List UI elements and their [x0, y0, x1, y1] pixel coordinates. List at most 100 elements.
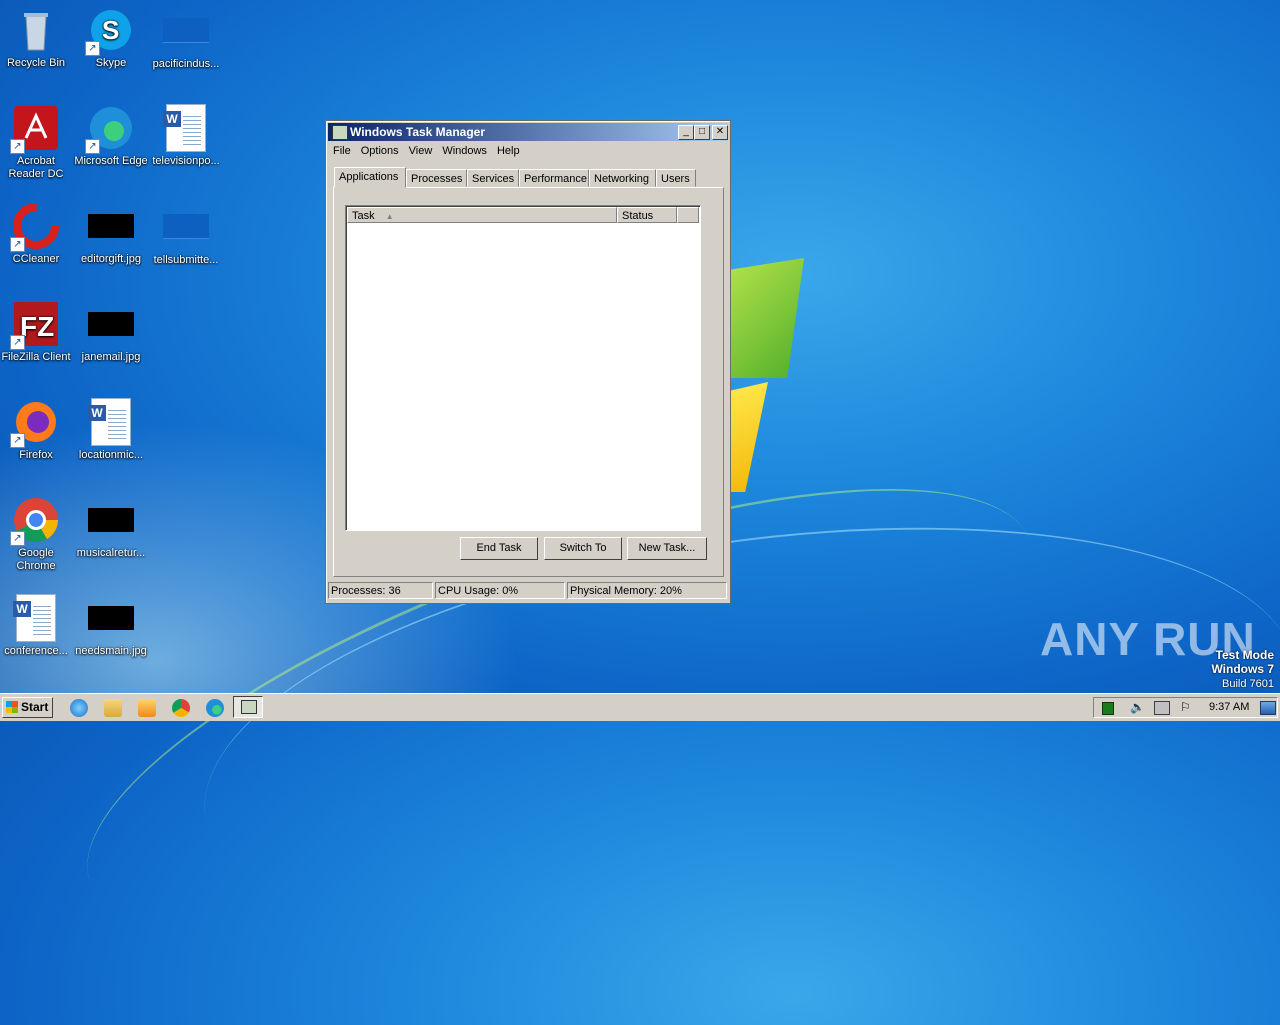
desktop-icon-label: Microsoft Edge [74, 155, 148, 167]
desktop-icon-label: needsmain.jpg [75, 645, 147, 657]
show-desktop-icon[interactable] [1260, 701, 1276, 715]
shortcut-arrow-icon: ↗ [85, 41, 100, 56]
chrome-taskbar-icon[interactable] [172, 699, 190, 717]
switch-to-button[interactable]: Switch To [544, 537, 622, 560]
cpu-meter-icon[interactable] [1102, 702, 1114, 715]
column-header-task[interactable]: Task ▲ [347, 207, 617, 223]
desktop-icon-needsmain[interactable]: needsmain.jpg [73, 594, 149, 658]
edge-taskbar-icon[interactable] [206, 699, 224, 717]
desktop-icon-label: musicalretur... [76, 547, 146, 559]
desktop-icon-chrome[interactable]: ↗ Google Chrome [0, 496, 74, 573]
desktop-icon-label: editorgift.jpg [81, 253, 141, 265]
menu-file[interactable]: File [328, 143, 356, 159]
desktop-icon-label: tellsubmitte... [153, 254, 219, 266]
internet-explorer-icon[interactable] [70, 699, 88, 717]
task-manager-window: Windows Task Manager _ □ ✕ File Options Vi… [325, 120, 731, 604]
tab-performance[interactable]: Performance [519, 169, 589, 187]
tab-users[interactable]: Users [656, 169, 696, 187]
svg-text:S: S [102, 15, 119, 45]
skype-icon: S ↗ [85, 6, 135, 56]
build-label: Build 7601 [1222, 678, 1274, 690]
status-processes: Processes: 36 [328, 582, 433, 599]
desktop-icon-label: Google Chrome [16, 547, 56, 572]
desktop-icon-conference-doc[interactable]: W conference... [0, 594, 74, 658]
desktop-icon-label: pacificindus... [152, 58, 220, 70]
sort-ascending-icon: ▲ [385, 212, 394, 221]
status-bar: Processes: 36 CPU Usage: 0% Physical Mem… [328, 582, 728, 600]
desktop-icon-tellsubmitte[interactable]: tellsubmitte... [148, 202, 224, 267]
desktop-icon-skype[interactable]: S ↗ Skype [73, 6, 149, 70]
taskbar: Start 🔈 ⚐ 9:37 AM [0, 693, 1280, 721]
desktop-icon-televisionpo[interactable]: W televisionpo... [148, 104, 224, 168]
column-header-label: Task [352, 210, 375, 222]
edge-icon: ↗ [85, 104, 135, 154]
desktop-icon-label: FileZilla Client [1, 351, 71, 363]
desktop-icon-pacificindus[interactable]: pacificindus... [148, 6, 224, 71]
close-button[interactable]: ✕ [712, 125, 728, 140]
desktop-icon-label: conference... [4, 645, 68, 657]
status-physical-memory: Physical Memory: 20% [567, 582, 727, 599]
desktop-icon-label: Firefox [19, 449, 53, 461]
menu-bar: File Options View Windows Help [328, 143, 728, 161]
desktop-icon-ccleaner[interactable]: ↗ CCleaner [0, 202, 74, 266]
applications-list[interactable]: Task ▲ Status [345, 205, 701, 531]
task-manager-taskbar-button[interactable] [233, 696, 263, 718]
desktop-icon-label: CCleaner [12, 253, 60, 265]
tab-applications[interactable]: Applications [334, 167, 406, 188]
desktop-icon-musicalretur[interactable]: musicalretur... [73, 496, 149, 560]
desktop-icon-firefox[interactable]: ↗ Firefox [0, 398, 74, 462]
menu-windows[interactable]: Windows [437, 143, 492, 159]
start-button[interactable]: Start [2, 697, 53, 718]
filezilla-icon: FZ ↗ [10, 300, 60, 350]
ccleaner-icon: ↗ [10, 202, 60, 252]
maximize-button[interactable]: □ [694, 125, 710, 140]
desktop-icon-filezilla[interactable]: FZ ↗ FileZilla Client [0, 300, 74, 364]
menu-help[interactable]: Help [492, 143, 525, 159]
desktop-icon-label: televisionpo... [152, 155, 220, 167]
desktop-icon-label: Recycle Bin [6, 57, 66, 69]
minimize-button[interactable]: _ [678, 125, 694, 140]
test-mode-label: Test Mode [1215, 648, 1274, 662]
status-cpu-usage: CPU Usage: 0% [435, 582, 565, 599]
media-player-icon[interactable] [138, 699, 156, 717]
column-header-status[interactable]: Status [617, 207, 677, 223]
desktop-icon-recycle-bin[interactable]: Recycle Bin [0, 6, 74, 70]
desktop-icon-label: Skype [95, 57, 127, 69]
title-bar[interactable]: Windows Task Manager _ □ ✕ [328, 123, 728, 141]
window-title: Windows Task Manager [350, 125, 486, 139]
windows-logo-fragment [728, 258, 804, 378]
action-center-flag-icon[interactable]: ⚐ [1180, 700, 1191, 714]
chrome-icon: ↗ [10, 496, 60, 546]
image-file-thumbnail [88, 508, 134, 532]
start-label: Start [21, 700, 49, 714]
menu-options[interactable]: Options [356, 143, 404, 159]
firefox-icon: ↗ [10, 398, 60, 448]
shortcut-arrow-icon: ↗ [10, 433, 25, 448]
file-explorer-icon[interactable] [104, 699, 122, 717]
desktop-icon-locationmic[interactable]: W locationmic... [73, 398, 149, 462]
end-task-button[interactable]: End Task [460, 537, 538, 560]
clock[interactable]: 9:37 AM [1209, 701, 1249, 713]
acrobat-icon: ↗ [10, 104, 60, 154]
desktop-icon-edge[interactable]: ↗ Microsoft Edge [73, 104, 149, 168]
desktop-icon-janemail[interactable]: janemail.jpg [73, 300, 149, 364]
tab-networking[interactable]: Networking [589, 169, 656, 187]
network-icon[interactable] [1154, 701, 1170, 715]
desktop-icon-editorgift[interactable]: editorgift.jpg [73, 202, 149, 266]
svg-text:FZ: FZ [20, 311, 54, 342]
task-manager-icon [332, 125, 348, 140]
task-manager-icon [241, 700, 257, 714]
windows-version-label: Windows 7 [1211, 662, 1274, 676]
windows-flag-icon [6, 701, 18, 713]
file-thumbnail [163, 214, 209, 239]
menu-view[interactable]: View [404, 143, 438, 159]
volume-icon[interactable]: 🔈 [1130, 700, 1145, 714]
desktop-icon-acrobat[interactable]: ↗ Acrobat Reader DC [0, 104, 74, 181]
new-task-button[interactable]: New Task... [627, 537, 707, 560]
image-file-thumbnail [88, 312, 134, 336]
image-file-thumbnail [88, 606, 134, 630]
tab-services[interactable]: Services [467, 169, 519, 187]
word-document-icon: W [87, 398, 135, 446]
file-thumbnail [163, 18, 209, 43]
tab-processes[interactable]: Processes [406, 169, 467, 187]
